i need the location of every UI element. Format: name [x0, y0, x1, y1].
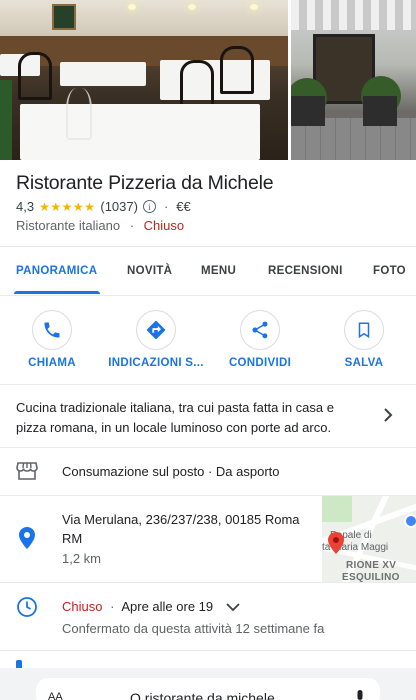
- share-icon: [240, 310, 280, 350]
- opening-time: Apre alle ore 19: [121, 599, 214, 614]
- bookmark-icon: [344, 310, 384, 350]
- open-status: Chiuso: [143, 218, 185, 233]
- save-button[interactable]: SALVA: [312, 310, 416, 369]
- share-button[interactable]: CONDIVIDI: [208, 310, 312, 369]
- separator-dot: ·: [163, 199, 169, 214]
- active-tab-indicator: [14, 291, 100, 294]
- tab-bar: PANORAMICA NOVITÀ MENU RECENSIONI FOTO: [0, 247, 416, 295]
- map-pin-icon: [328, 532, 344, 554]
- directions-label: INDICAZIONI S...: [108, 357, 204, 369]
- hours-confirmed: Confermato da questa attività 12 settima…: [62, 621, 325, 636]
- service-options: Consumazione sul posto · Da asporto: [62, 464, 280, 479]
- call-label: CHIAMA: [28, 357, 76, 369]
- map-thumbnail[interactable]: Papale di ta Maria Maggi RIONE XV ESQUIL…: [322, 496, 416, 582]
- photo-gallery[interactable]: [0, 0, 416, 160]
- chevron-down-icon[interactable]: [226, 602, 240, 612]
- map-district: ESQUILINO: [342, 572, 400, 582]
- restaurant-interior-photo[interactable]: [0, 0, 288, 160]
- distance: 1,2 km: [62, 551, 102, 566]
- address-line-2[interactable]: RM: [62, 531, 82, 546]
- hours-status: Chiuso: [62, 599, 103, 614]
- divider: [0, 650, 416, 651]
- separator-dot: ·: [110, 599, 115, 614]
- map-district: RIONE XV: [346, 560, 397, 571]
- location-pin-icon: [19, 527, 35, 549]
- call-button[interactable]: CHIAMA: [0, 310, 104, 369]
- restaurant-exterior-photo[interactable]: [291, 0, 416, 160]
- tab-recensioni[interactable]: RECENSIONI: [268, 247, 343, 295]
- directions-button[interactable]: INDICAZIONI S...: [104, 310, 208, 369]
- reader-settings-button[interactable]: AA: [48, 691, 63, 700]
- star-rating-icon: ★★★★★: [39, 199, 96, 214]
- scroll-indicator: [16, 660, 22, 668]
- storefront-icon: [16, 462, 38, 480]
- divider: [0, 384, 416, 385]
- divider: [0, 582, 416, 583]
- price-level: €€: [176, 199, 191, 214]
- tab-foto[interactable]: FOTO: [373, 247, 406, 295]
- phone-icon: [32, 310, 72, 350]
- hours-row[interactable]: Chiuso · Apre alle ore 19: [62, 599, 213, 614]
- place-title: Ristorante Pizzeria da Michele: [16, 172, 274, 194]
- rating-value: 4,3: [16, 199, 35, 214]
- share-label: CONDIVIDI: [228, 357, 292, 369]
- review-count[interactable]: (1037): [100, 199, 138, 214]
- clock-icon: [17, 597, 37, 617]
- address-line-1[interactable]: Via Merulana, 236/237/238, 00185 Roma: [62, 512, 300, 527]
- rating-row[interactable]: 4,3 ★★★★★ (1037) i · €€: [16, 199, 191, 214]
- divider: [0, 295, 416, 296]
- description-text[interactable]: Cucina tradizionale italiana, tra cui pa…: [16, 398, 356, 438]
- microphone-icon[interactable]: [354, 690, 366, 700]
- separator-dot: ·: [129, 218, 135, 233]
- address-bar-text[interactable]: Q ristorante da michele: [130, 690, 275, 700]
- directions-icon: [136, 310, 176, 350]
- info-icon[interactable]: i: [142, 200, 156, 213]
- save-label: SALVA: [344, 357, 384, 369]
- tab-novita[interactable]: NOVITÀ: [127, 247, 172, 295]
- category-label: Ristorante italiano: [16, 218, 121, 233]
- tab-panoramica[interactable]: PANORAMICA: [16, 247, 97, 295]
- chevron-right-icon[interactable]: [382, 407, 394, 423]
- divider: [0, 447, 416, 448]
- current-location-dot: [404, 514, 416, 528]
- tab-menu[interactable]: MENU: [201, 247, 236, 295]
- category-row: Ristorante italiano · Chiuso: [16, 218, 184, 233]
